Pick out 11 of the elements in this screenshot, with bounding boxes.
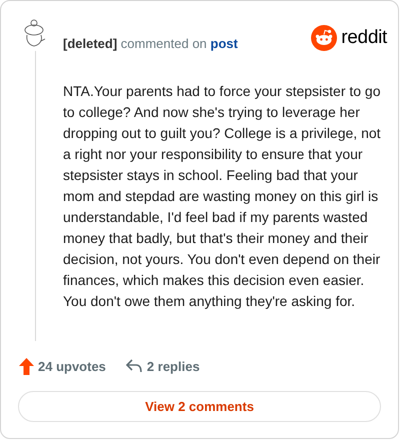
- reddit-logo-icon: [311, 25, 338, 52]
- reply-count: 2 replies: [146, 358, 200, 376]
- brand-name: reddit: [341, 26, 387, 50]
- upvote-icon[interactable]: [19, 358, 34, 375]
- author-name[interactable]: [deleted]: [63, 36, 118, 51]
- reply-icon[interactable]: [126, 359, 142, 374]
- comment-body: NTA.Your parents had to force your stepsister to go to college? And now she's trying to leverage her dropping out to guilt you? College is a privilege, not a right nor your responsibility to ensure that your stepsister stays in school. Feeling bad that your mom and stepdad are wasting money on this girl is understandable, I'd feel bad if my parents wasted money that badly, but that's their money and their decision, not yours. You don't even depend on their finances, which makes this decision even easier. You don't owe them anything they're asking for.: [63, 82, 382, 311]
- post-link[interactable]: post: [210, 36, 238, 51]
- action-text: commented on: [120, 36, 207, 51]
- upvote-count: 24 upvotes: [38, 358, 106, 376]
- view-comments-button[interactable]: View 2 comments: [18, 391, 381, 422]
